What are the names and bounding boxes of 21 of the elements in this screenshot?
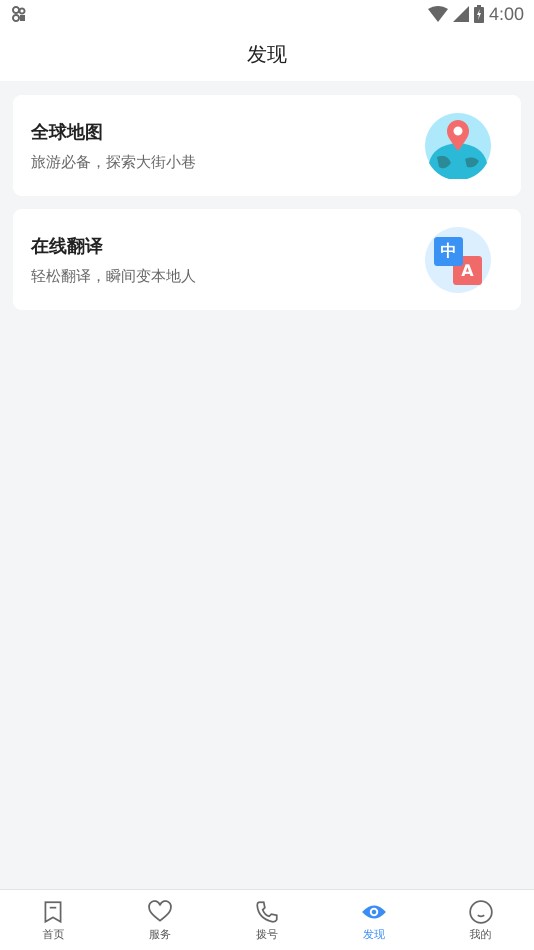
nav-tab[interactable]: 我的	[427, 890, 534, 950]
feature-card[interactable]: 在线翻译 轻松翻译，瞬间变本地人 A 中	[13, 209, 521, 310]
card-title: 在线翻译	[31, 234, 104, 258]
heart-icon	[147, 898, 174, 924]
page-title: 发现	[247, 41, 287, 68]
battery-icon	[474, 5, 484, 23]
wifi-icon	[428, 6, 448, 22]
card-title: 全球地图	[31, 120, 104, 144]
nav-tab[interactable]: 首页	[0, 890, 107, 950]
translate-icon: A 中	[425, 226, 491, 292]
clock-time: 4:00	[488, 4, 524, 24]
notification-icon	[12, 6, 26, 22]
globe-pin-icon	[425, 112, 491, 178]
card-subtitle: 轻松翻译，瞬间变本地人	[31, 266, 196, 286]
nav-tab[interactable]: 服务	[106, 890, 214, 950]
smiley-icon	[468, 898, 494, 924]
feature-card[interactable]: 全球地图 旅游必备，探索大街小巷	[13, 95, 521, 196]
phone-icon	[254, 898, 280, 924]
nav-tab[interactable]: 拨号	[214, 890, 320, 950]
card-subtitle: 旅游必备，探索大街小巷	[31, 152, 196, 172]
signal-icon	[452, 6, 469, 22]
